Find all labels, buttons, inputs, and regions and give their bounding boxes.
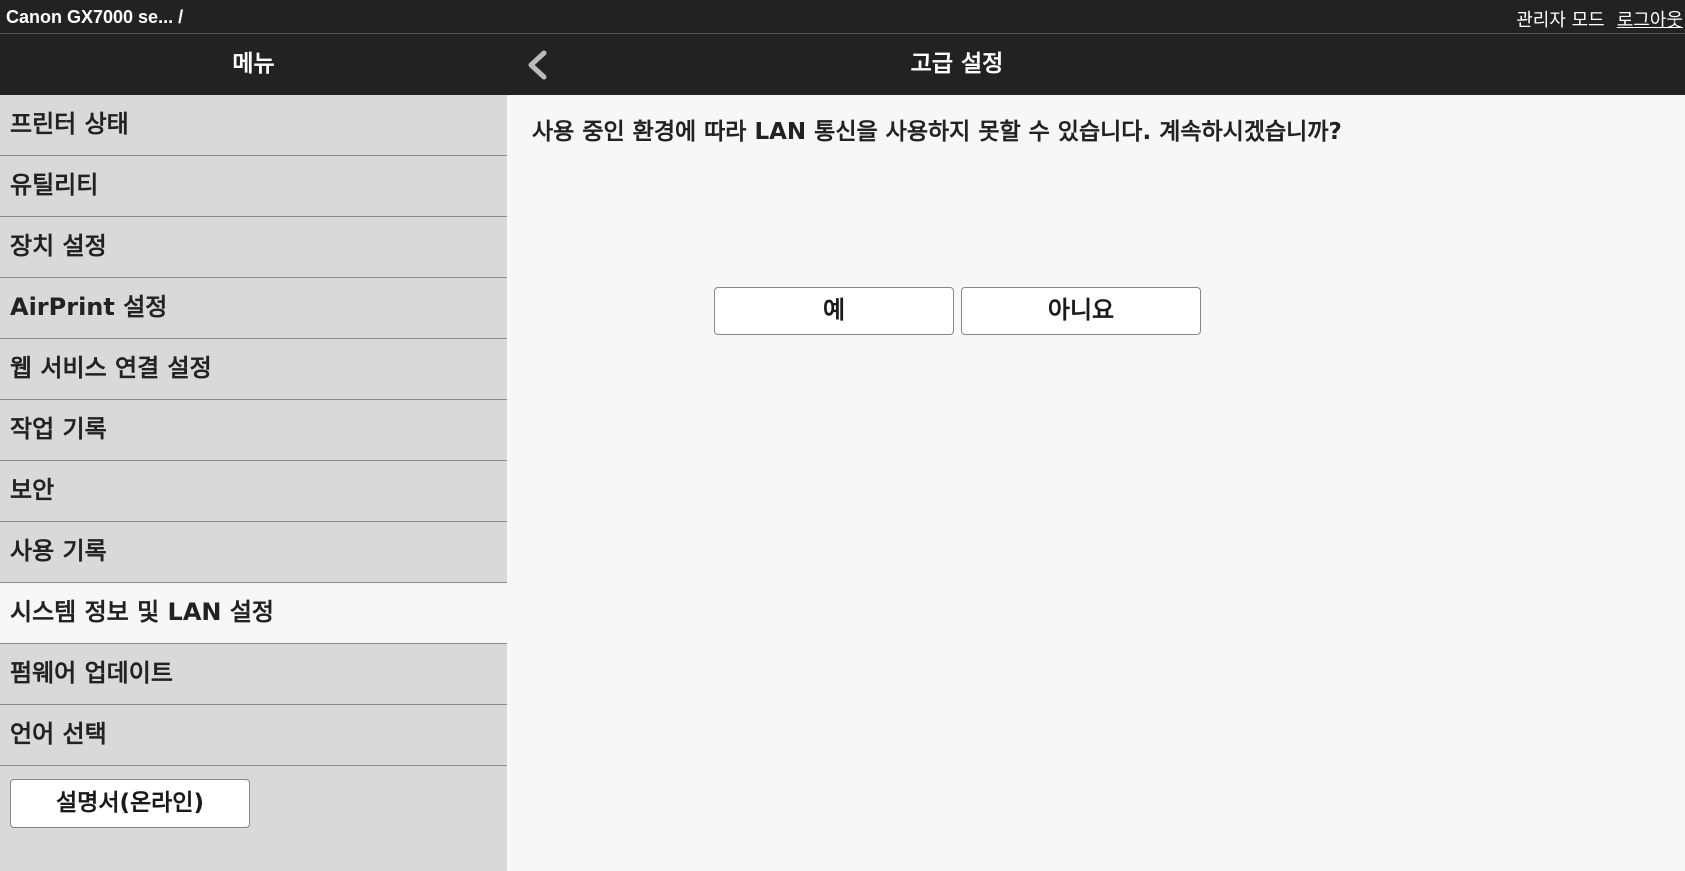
sidebar-item-web-service-settings[interactable]: 웹 서비스 연결 설정 <box>0 339 507 400</box>
sidebar-item-usage-history[interactable]: 사용 기록 <box>0 522 507 583</box>
no-button[interactable]: 아니요 <box>961 287 1201 335</box>
yes-button[interactable]: 예 <box>714 287 954 335</box>
sidebar-item-job-history[interactable]: 작업 기록 <box>0 400 507 461</box>
breadcrumb[interactable]: Canon GX7000 se... / <box>6 7 183 28</box>
top-bar: Canon GX7000 se... / 관리자 모드 로그아웃 <box>0 0 1685 34</box>
sidebar-item-device-settings[interactable]: 장치 설정 <box>0 217 507 278</box>
header-bar: 메뉴 고급 설정 <box>0 34 1685 95</box>
sidebar-item-printer-status[interactable]: 프린터 상태 <box>0 95 507 156</box>
top-bar-right: 관리자 모드 로그아웃 <box>1516 6 1683 32</box>
admin-mode-label: 관리자 모드 <box>1516 10 1605 31</box>
sidebar-item-security[interactable]: 보안 <box>0 461 507 522</box>
page-title: 고급 설정 <box>910 51 1004 77</box>
sidebar-item-system-info-lan[interactable]: 시스템 정보 및 LAN 설정 <box>0 583 507 644</box>
sidebar-item-airprint-settings[interactable]: AirPrint 설정 <box>0 278 507 339</box>
sidebar-menu: 프린터 상태 유틸리티 장치 설정 AirPrint 설정 웹 서비스 연결 설… <box>0 95 507 871</box>
menu-title: 메뉴 <box>232 51 275 77</box>
confirmation-message: 사용 중인 환경에 따라 LAN 통신을 사용하지 못할 수 있습니다. 계속하… <box>532 119 1342 145</box>
main-content: 사용 중인 환경에 따라 LAN 통신을 사용하지 못할 수 있습니다. 계속하… <box>507 95 1685 871</box>
sidebar-item-firmware-update[interactable]: 펌웨어 업데이트 <box>0 644 507 705</box>
sidebar-item-language[interactable]: 언어 선택 <box>0 705 507 766</box>
logout-link[interactable]: 로그아웃 <box>1617 6 1683 32</box>
sidebar-item-utilities[interactable]: 유틸리티 <box>0 156 507 217</box>
online-manual-button[interactable]: 설명서(온라인) <box>10 779 250 828</box>
